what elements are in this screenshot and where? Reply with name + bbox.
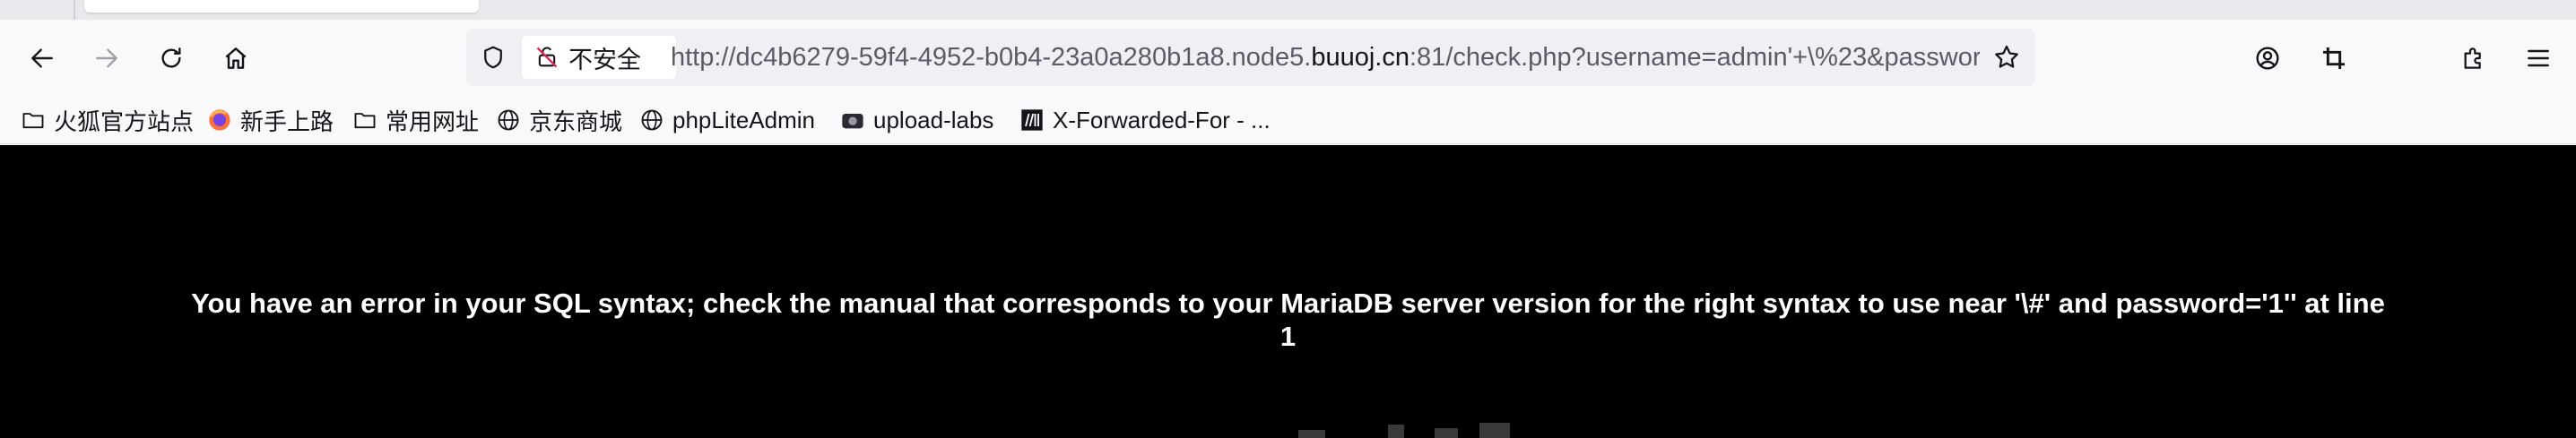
globe-icon [495,107,522,133]
arrow-left-icon [31,48,53,68]
background-artifact [1298,430,1325,438]
active-tab[interactable] [84,0,479,13]
insecure-lock-icon [533,43,561,72]
bookmark-label: 新手上路 [240,107,334,135]
forward-button[interactable] [86,38,127,79]
error-line-2: 1 [1279,321,1297,352]
account-icon [2256,47,2279,70]
bookmark-item[interactable]: 新手上路 [206,104,334,136]
address-bar[interactable]: 不安全 http://dc4b6279-59f4-4952-b0b4-23a0a… [466,29,2035,86]
menu-icon [2528,49,2549,67]
bookmark-label: phpLiteAdmin [672,106,815,133]
bookmark-label: 常用网址 [386,107,480,135]
home-button[interactable] [215,38,256,79]
folder-icon [351,107,378,133]
screenshot-crop-icon [2323,47,2345,69]
sql-error-message: You have an error in your SQL syntax; ch… [0,287,2576,353]
reload-icon [161,47,181,68]
url-suffix: :81/check.php?username=admin'+\%23&passw… [1409,43,1980,72]
background-artifact [1435,428,1458,438]
security-label: 不安全 [568,46,641,73]
bookmarks-toolbar: 火狐官方站点 新手上路 常用网址 京东商城 phpLiteAdmin uploa… [0,97,2576,144]
bookmark-item[interactable]: X-Forwarded-For - ... [1019,104,1271,136]
bookmark-label: 火狐官方站点 [54,107,195,135]
error-line-1: You have an error in your SQL syntax; ch… [191,288,2385,319]
reload-button[interactable] [151,38,192,79]
arrow-right-icon [96,48,117,68]
tracking-protection-shield-icon[interactable] [477,41,509,73]
extensions-icon [2464,47,2481,69]
site-favicon-icon [1019,107,1045,133]
bookmark-label: 京东商城 [529,107,623,135]
background-artifact [1479,423,1510,438]
navigation-toolbar: 不安全 http://dc4b6279-59f4-4952-b0b4-23a0a… [0,20,2576,97]
tab-separator [74,0,75,20]
camera-icon [839,107,866,133]
background-artifact [1388,425,1404,438]
bookmark-item[interactable]: phpLiteAdmin [638,104,815,136]
bookmark-label: upload-labs [873,106,994,133]
extensions-button[interactable] [2453,38,2494,79]
home-icon [225,47,247,69]
tab-strip [0,0,2576,20]
bookmark-star-icon[interactable] [1991,41,2023,73]
firefox-icon [206,107,233,133]
url-text[interactable]: http://dc4b6279-59f4-4952-b0b4-23a0a280b… [671,29,1980,86]
app-menu-button[interactable] [2518,38,2559,79]
bookmark-item[interactable]: upload-labs [839,104,993,136]
browser-chrome: 不安全 http://dc4b6279-59f4-4952-b0b4-23a0a… [0,0,2576,145]
back-button[interactable] [22,38,63,79]
bookmark-item[interactable]: 常用网址 [351,104,479,136]
bookmark-item[interactable]: 火狐官方站点 [20,104,194,136]
site-security-indicator[interactable]: 不安全 [522,36,676,79]
globe-icon [638,107,665,133]
account-button[interactable] [2247,38,2288,79]
url-host: buuoj.cn [1311,43,1409,72]
folder-icon [20,107,47,133]
screenshot-button[interactable] [2313,38,2355,79]
bookmark-item[interactable]: 京东商城 [495,104,622,136]
bookmark-label: X-Forwarded-For - ... [1053,106,1271,133]
url-prefix: http://dc4b6279-59f4-4952-b0b4-23a0a280b… [671,43,1312,72]
